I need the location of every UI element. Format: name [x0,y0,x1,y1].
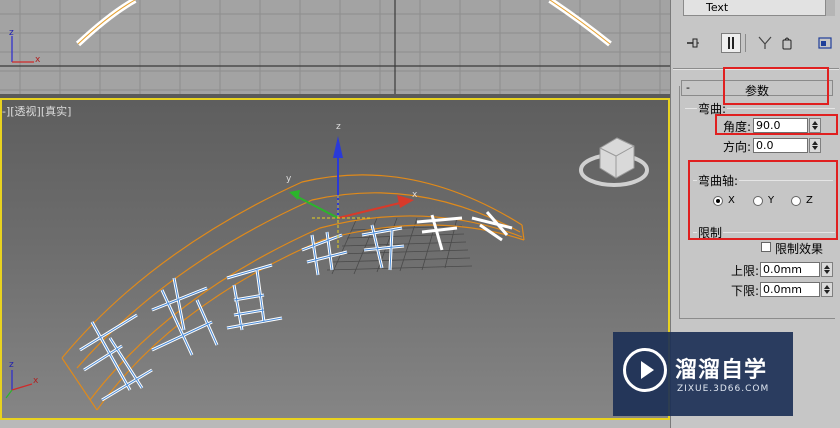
show-end-result-button[interactable] [721,33,741,53]
make-unique-button[interactable] [755,33,775,53]
gizmo-x-label: x [412,190,418,200]
watermark: 溜溜自学 ZIXUE.3D66.COM [613,332,793,416]
direction-spinner[interactable] [809,138,821,153]
modifier-list-scrollbar[interactable] [825,0,835,16]
lower-limit-spinner[interactable] [821,282,833,297]
limit-effect-label: 限制效果 [775,242,824,256]
corner-axis-z-label: z [9,360,14,370]
top-viewport-canvas [0,0,670,94]
remove-modifier-icon [782,37,792,50]
toolbar-separator [745,34,746,52]
watermark-url: ZIXUE.3D66.COM [677,384,770,394]
top-axis-x-label: x [35,55,41,65]
highlight-bend-axis [688,160,838,240]
lower-limit-field[interactable]: 0.0mm [760,282,820,297]
rollout-left-border [679,86,680,318]
top-axis-z-label: z [9,28,14,38]
gizmo-y-label: y [286,174,292,184]
pin-stack-button[interactable] [683,33,703,53]
highlight-parameters-title [723,67,829,105]
limit-effect-checkbox[interactable] [761,242,771,252]
viewcube [579,137,649,187]
pin-icon [687,38,699,48]
corner-axis-x-label: x [33,376,39,386]
bend-lattice [61,174,525,411]
modifier-stack-item-text[interactable]: Text [706,1,728,14]
play-logo-icon [623,348,667,392]
viewport-bottom-edge [0,420,670,428]
direction-field[interactable]: 0.0 [753,138,808,153]
highlight-angle-field [715,114,838,135]
make-unique-icon [758,36,772,49]
gizmo-z-label: z [336,122,341,132]
direction-label: 方向: [722,140,751,154]
upper-limit-field[interactable]: 0.0mm [760,262,820,277]
perspective-canvas [5,136,649,411]
configure-modifier-sets-button[interactable] [815,33,835,53]
perspective-viewport[interactable]: -][透视][真实] z y x z x [0,98,670,420]
lower-limit-label: 下限: [730,284,759,298]
bent-text-wire [79,211,513,402]
upper-limit-spinner[interactable] [821,262,833,277]
top-viewport[interactable]: z x [0,0,670,94]
remove-modifier-button[interactable] [777,33,797,53]
configure-modifier-sets-icon [818,37,832,49]
rollout-bottom-border [679,318,835,319]
modifier-stack-list[interactable]: Text [683,0,835,16]
upper-limit-label: 上限: [730,264,759,278]
watermark-title: 溜溜自学 [675,358,768,383]
show-end-result-icon [728,37,734,49]
